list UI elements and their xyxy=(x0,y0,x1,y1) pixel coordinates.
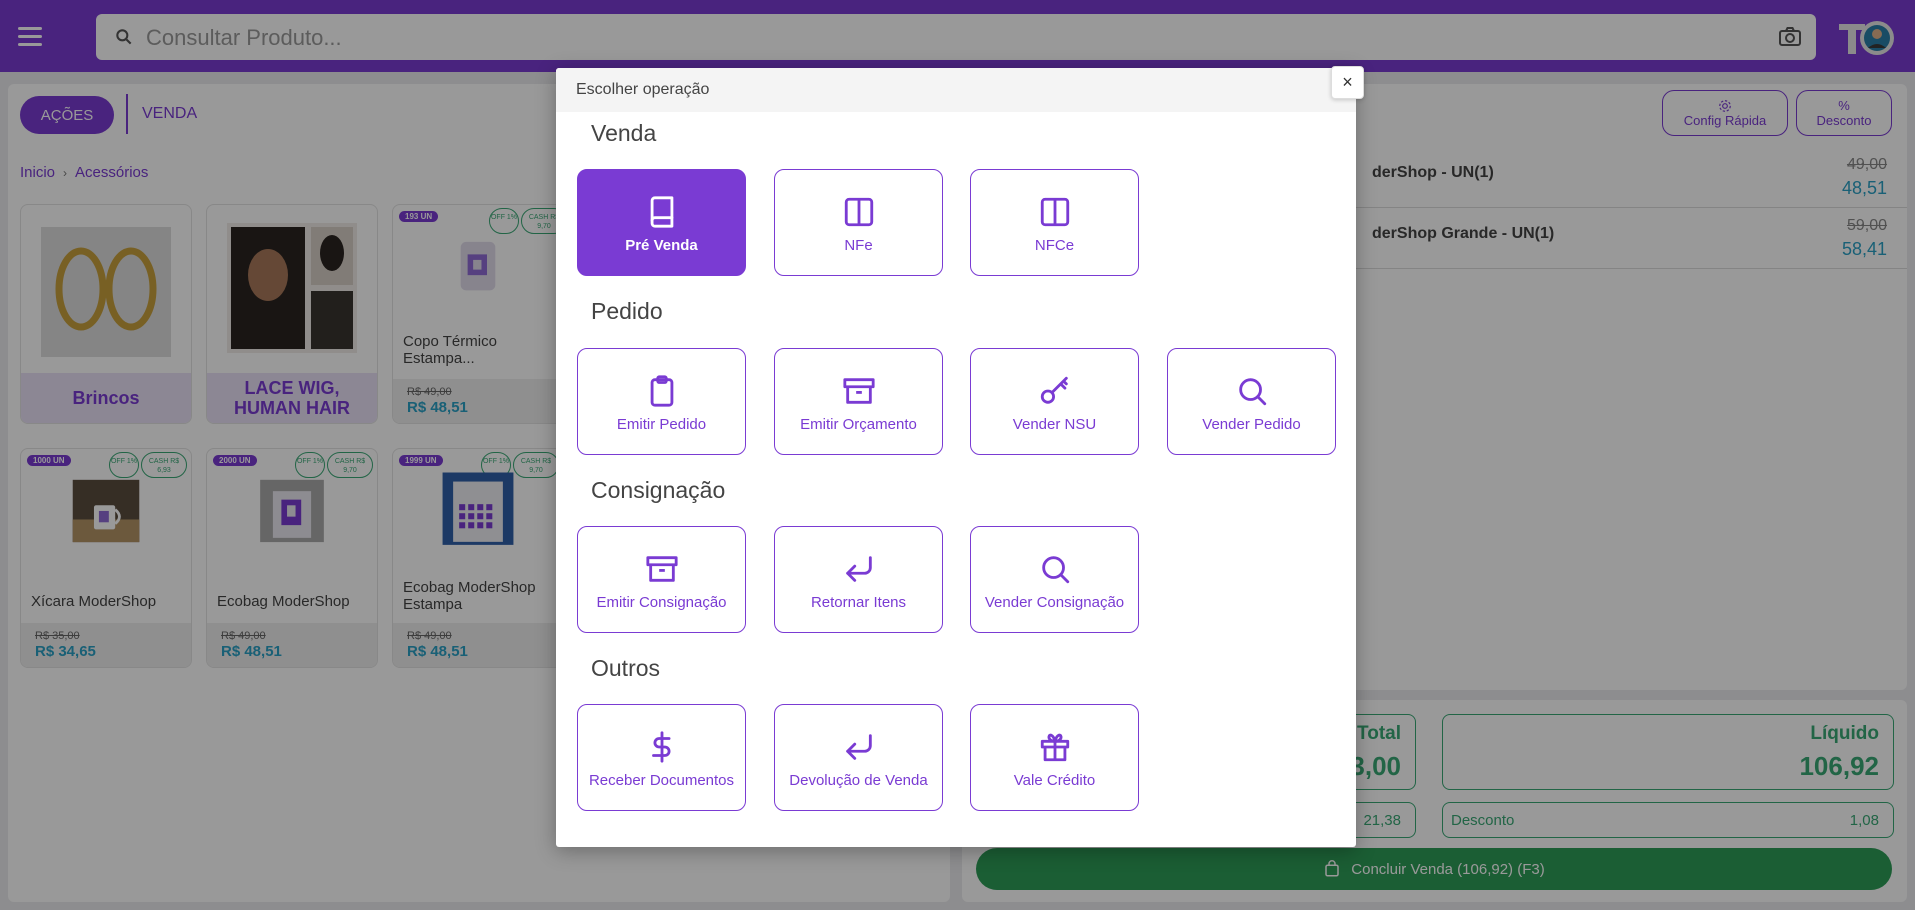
section-title-outros: Outros xyxy=(591,655,661,681)
op-label: Vender NSU xyxy=(1012,416,1097,433)
op-emitir-orcamento[interactable]: Emitir Orçamento xyxy=(774,348,943,455)
clipboard-icon xyxy=(650,375,673,407)
archive-icon xyxy=(645,556,678,582)
modal-header: Escolher operação xyxy=(556,68,1356,112)
op-devolucao-de-venda[interactable]: Devolução de Venda xyxy=(774,704,943,811)
section-title-consignacao: Consignação xyxy=(591,477,726,503)
op-label: Vale Crédito xyxy=(1013,772,1096,789)
operation-modal: Escolher operação Venda Pré Venda NFe NF… xyxy=(556,68,1356,847)
op-label: NFCe xyxy=(1034,237,1075,254)
op-label: Emitir Consignação xyxy=(596,594,727,611)
op-label: Receber Documentos xyxy=(588,772,735,789)
return-icon xyxy=(845,556,872,582)
section-title-pedido: Pedido xyxy=(591,298,663,324)
op-nfe[interactable]: NFe xyxy=(774,169,943,276)
return-icon xyxy=(845,734,872,760)
key-icon xyxy=(1040,376,1068,404)
search-icon xyxy=(1041,556,1069,584)
book-icon xyxy=(650,196,673,228)
op-vender-consignacao[interactable]: Vender Consignação xyxy=(970,526,1139,633)
op-vender-pedido[interactable]: Vender Pedido xyxy=(1167,348,1336,455)
op-vender-nsu[interactable]: Vender NSU xyxy=(970,348,1139,455)
op-emitir-pedido[interactable]: Emitir Pedido xyxy=(577,348,746,455)
op-nfce[interactable]: NFCe xyxy=(970,169,1139,276)
op-label: NFe xyxy=(844,237,873,254)
op-label: Pré Venda xyxy=(625,237,698,254)
op-label: Retornar Itens xyxy=(810,594,907,611)
columns-icon xyxy=(1040,197,1069,227)
op-pre-venda[interactable]: Pré Venda xyxy=(577,169,746,276)
op-label: Emitir Pedido xyxy=(616,416,707,433)
op-label: Emitir Orçamento xyxy=(800,416,917,433)
op-label: Vender Pedido xyxy=(1202,416,1301,433)
dollar-icon xyxy=(651,731,670,763)
op-label: Vender Consignação xyxy=(984,594,1125,611)
columns-icon xyxy=(844,197,873,227)
modal-title: Escolher operação xyxy=(576,81,710,98)
op-emitir-consignacao[interactable]: Emitir Consignação xyxy=(577,526,746,633)
gift-icon xyxy=(1040,733,1069,762)
search-icon xyxy=(1238,378,1266,406)
op-receber-documentos[interactable]: Receber Documentos xyxy=(577,704,746,811)
op-retornar-itens[interactable]: Retornar Itens xyxy=(774,526,943,633)
op-vale-credito[interactable]: Vale Crédito xyxy=(970,704,1139,811)
archive-icon xyxy=(842,378,875,404)
section-title-venda: Venda xyxy=(591,120,657,146)
op-label: Devolução de Venda xyxy=(789,772,928,789)
close-button[interactable]: × xyxy=(1331,66,1364,99)
